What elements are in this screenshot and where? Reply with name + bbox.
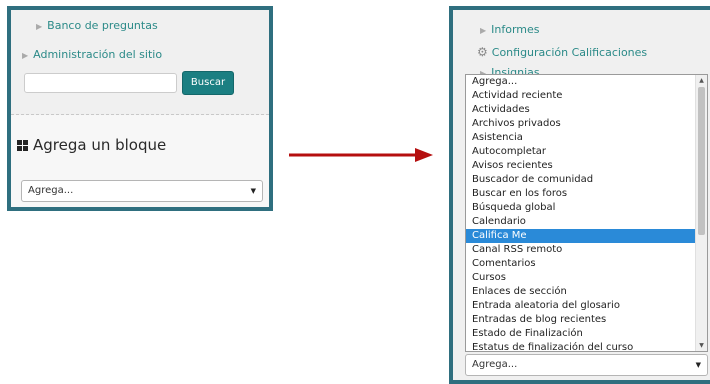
dropdown-option[interactable]: Entrada aleatoria del glosario: [466, 299, 707, 313]
dropdown-option[interactable]: Calendario: [466, 215, 707, 229]
gear-icon: ⚙: [477, 45, 488, 59]
scroll-up-arrow-icon[interactable]: ▲: [696, 77, 707, 84]
dropdown-option[interactable]: Entradas de blog recientes: [466, 313, 707, 327]
expand-triangle-icon: ▶: [22, 51, 29, 60]
dropdown-option[interactable]: Buscador de comunidad: [466, 173, 707, 187]
add-block-select[interactable]: Agrega... ▼: [21, 180, 263, 202]
dropdown-option[interactable]: Canal RSS remoto: [466, 243, 707, 257]
right-panel: ▶ Informes ⚙ Configuración Calificaciones …: [449, 6, 710, 384]
dropdown-option[interactable]: Autocompletar: [466, 145, 707, 159]
search-input[interactable]: [24, 73, 177, 93]
nav-item-informes[interactable]: ▶ Informes: [480, 23, 540, 36]
search-button[interactable]: Buscar: [182, 71, 234, 95]
expand-triangle-icon: ▶: [480, 26, 487, 35]
right-arrow-icon: [289, 148, 433, 162]
dropdown-option[interactable]: Búsqueda global: [466, 201, 707, 215]
dropdown-option[interactable]: Califica Me: [466, 229, 707, 243]
nav-item-label: Banco de preguntas: [47, 19, 158, 32]
dropdown-option[interactable]: Estatus de finalización del curso: [466, 341, 707, 351]
dropdown-option[interactable]: Estado de Finalización: [466, 327, 707, 341]
dropdown-scrollbar[interactable]: ▲ ▼: [695, 75, 707, 351]
dropdown-option[interactable]: Enlaces de sección: [466, 285, 707, 299]
select-value: Agrega...: [472, 359, 518, 370]
dropdown-caret-icon: ▼: [695, 361, 701, 369]
arrow-head: [415, 148, 433, 162]
select-value: Agrega...: [28, 185, 74, 196]
add-block-heading: Agrega un bloque: [17, 136, 166, 154]
nav-item-configuracion-calificaciones[interactable]: ⚙ Configuración Calificaciones: [477, 45, 647, 59]
dropdown-caret-icon: ▼: [250, 187, 256, 195]
scroll-thumb[interactable]: [698, 87, 705, 235]
dropdown-option[interactable]: Archivos privados: [466, 117, 707, 131]
dropdown-option[interactable]: Buscar en los foros: [466, 187, 707, 201]
dropdown-option[interactable]: Avisos recientes: [466, 159, 707, 173]
expand-triangle-icon: ▶: [36, 22, 43, 31]
nav-item-label: Administración del sitio: [33, 48, 163, 61]
add-block-select[interactable]: Agrega... ▼: [465, 354, 708, 376]
dropdown-option[interactable]: Comentarios: [466, 257, 707, 271]
nav-item-label: Configuración Calificaciones: [491, 46, 648, 59]
dropdown-option[interactable]: Cursos: [466, 271, 707, 285]
add-block-title: Agrega un bloque: [33, 136, 167, 154]
nav-item-administracion-del-sitio[interactable]: ▶ Administración del sitio: [22, 48, 162, 61]
option-container: Agrega... Actividad reciente Actividades Ar…: [466, 75, 707, 351]
dropdown-option[interactable]: Asistencia: [466, 131, 707, 145]
dropdown-option[interactable]: Actividades: [466, 103, 707, 117]
nav-item-label: Informes: [491, 23, 540, 36]
blocks-icon: [17, 139, 28, 151]
nav-item-banco-de-preguntas[interactable]: ▶ Banco de preguntas: [36, 19, 158, 32]
left-panel: ▶ Banco de preguntas ▶ Administración del …: [7, 6, 273, 211]
scroll-down-arrow-icon[interactable]: ▼: [696, 342, 707, 349]
dropdown-option[interactable]: Agrega...: [466, 75, 707, 89]
dropdown-option[interactable]: Actividad reciente: [466, 89, 707, 103]
add-block-dropdown-list[interactable]: Agrega... Actividad reciente Actividades Ar…: [465, 74, 708, 352]
